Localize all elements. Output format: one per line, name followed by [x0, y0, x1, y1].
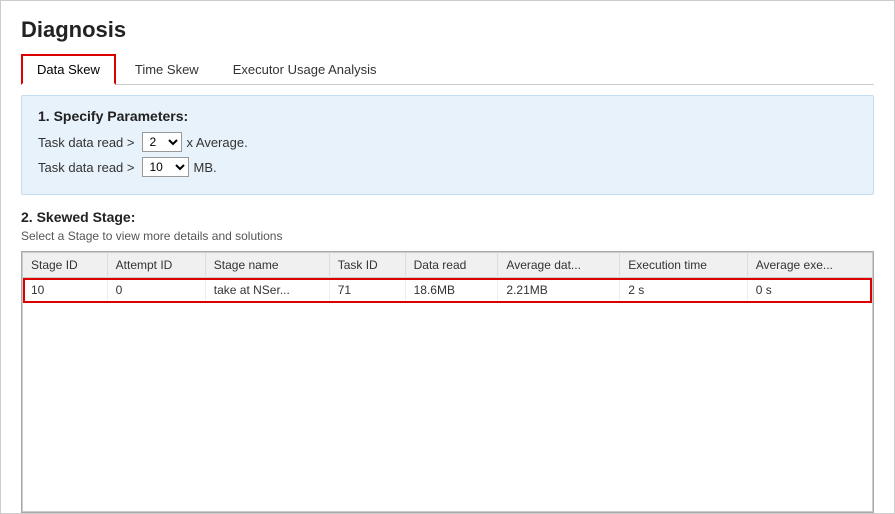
cell-data-read: 18.6MB	[405, 278, 498, 303]
param1-select[interactable]: 2 3 5 10	[142, 132, 182, 152]
param2-select[interactable]: 10 20 50 100	[142, 157, 189, 177]
skewed-table: Stage ID Attempt ID Stage name Task ID D…	[23, 253, 872, 303]
param-row-1: Task data read > 2 3 5 10 x Average.	[38, 132, 857, 152]
tab-data-skew[interactable]: Data Skew	[21, 54, 116, 85]
table-outer: Stage ID Attempt ID Stage name Task ID D…	[21, 251, 874, 513]
tab-time-skew[interactable]: Time Skew	[120, 55, 214, 84]
cell-task-id: 71	[329, 278, 405, 303]
cell-exec-time: 2 s	[620, 278, 747, 303]
skewed-title: 2. Skewed Stage:	[21, 209, 874, 225]
col-data-read: Data read	[405, 253, 498, 278]
param-row-2: Task data read > 10 20 50 100 MB.	[38, 157, 857, 177]
col-avg-exec: Average exe...	[747, 253, 872, 278]
col-task-id: Task ID	[329, 253, 405, 278]
col-attempt-id: Attempt ID	[107, 253, 205, 278]
col-stage-id: Stage ID	[23, 253, 107, 278]
cell-stage-id: 10	[23, 278, 107, 303]
content-area: 1. Specify Parameters: Task data read > …	[21, 85, 874, 513]
col-avg-data: Average dat...	[498, 253, 620, 278]
cell-attempt-id: 0	[107, 278, 205, 303]
param2-suffix: MB.	[193, 160, 216, 175]
param2-prefix: Task data read >	[38, 160, 134, 175]
table-row[interactable]: 10 0 take at NSer... 71 18.6MB 2.21MB 2 …	[23, 278, 872, 303]
parameters-section: 1. Specify Parameters: Task data read > …	[21, 95, 874, 195]
cell-avg-data: 2.21MB	[498, 278, 620, 303]
table-header-row: Stage ID Attempt ID Stage name Task ID D…	[23, 253, 872, 278]
tabs-bar: Data Skew Time Skew Executor Usage Analy…	[21, 53, 874, 85]
param1-suffix: x Average.	[186, 135, 247, 150]
cell-avg-exec: 0 s	[747, 278, 872, 303]
skewed-section: 2. Skewed Stage: Select a Stage to view …	[21, 209, 874, 513]
page-container: Diagnosis Data Skew Time Skew Executor U…	[0, 0, 895, 514]
skewed-subtitle: Select a Stage to view more details and …	[21, 229, 874, 243]
tab-executor-usage[interactable]: Executor Usage Analysis	[218, 55, 392, 84]
page-title: Diagnosis	[21, 17, 874, 43]
parameters-title: 1. Specify Parameters:	[38, 108, 857, 124]
table-wrapper[interactable]: Stage ID Attempt ID Stage name Task ID D…	[22, 252, 873, 512]
param1-prefix: Task data read >	[38, 135, 134, 150]
col-stage-name: Stage name	[205, 253, 329, 278]
cell-stage-name: take at NSer...	[205, 278, 329, 303]
col-exec-time: Execution time	[620, 253, 747, 278]
